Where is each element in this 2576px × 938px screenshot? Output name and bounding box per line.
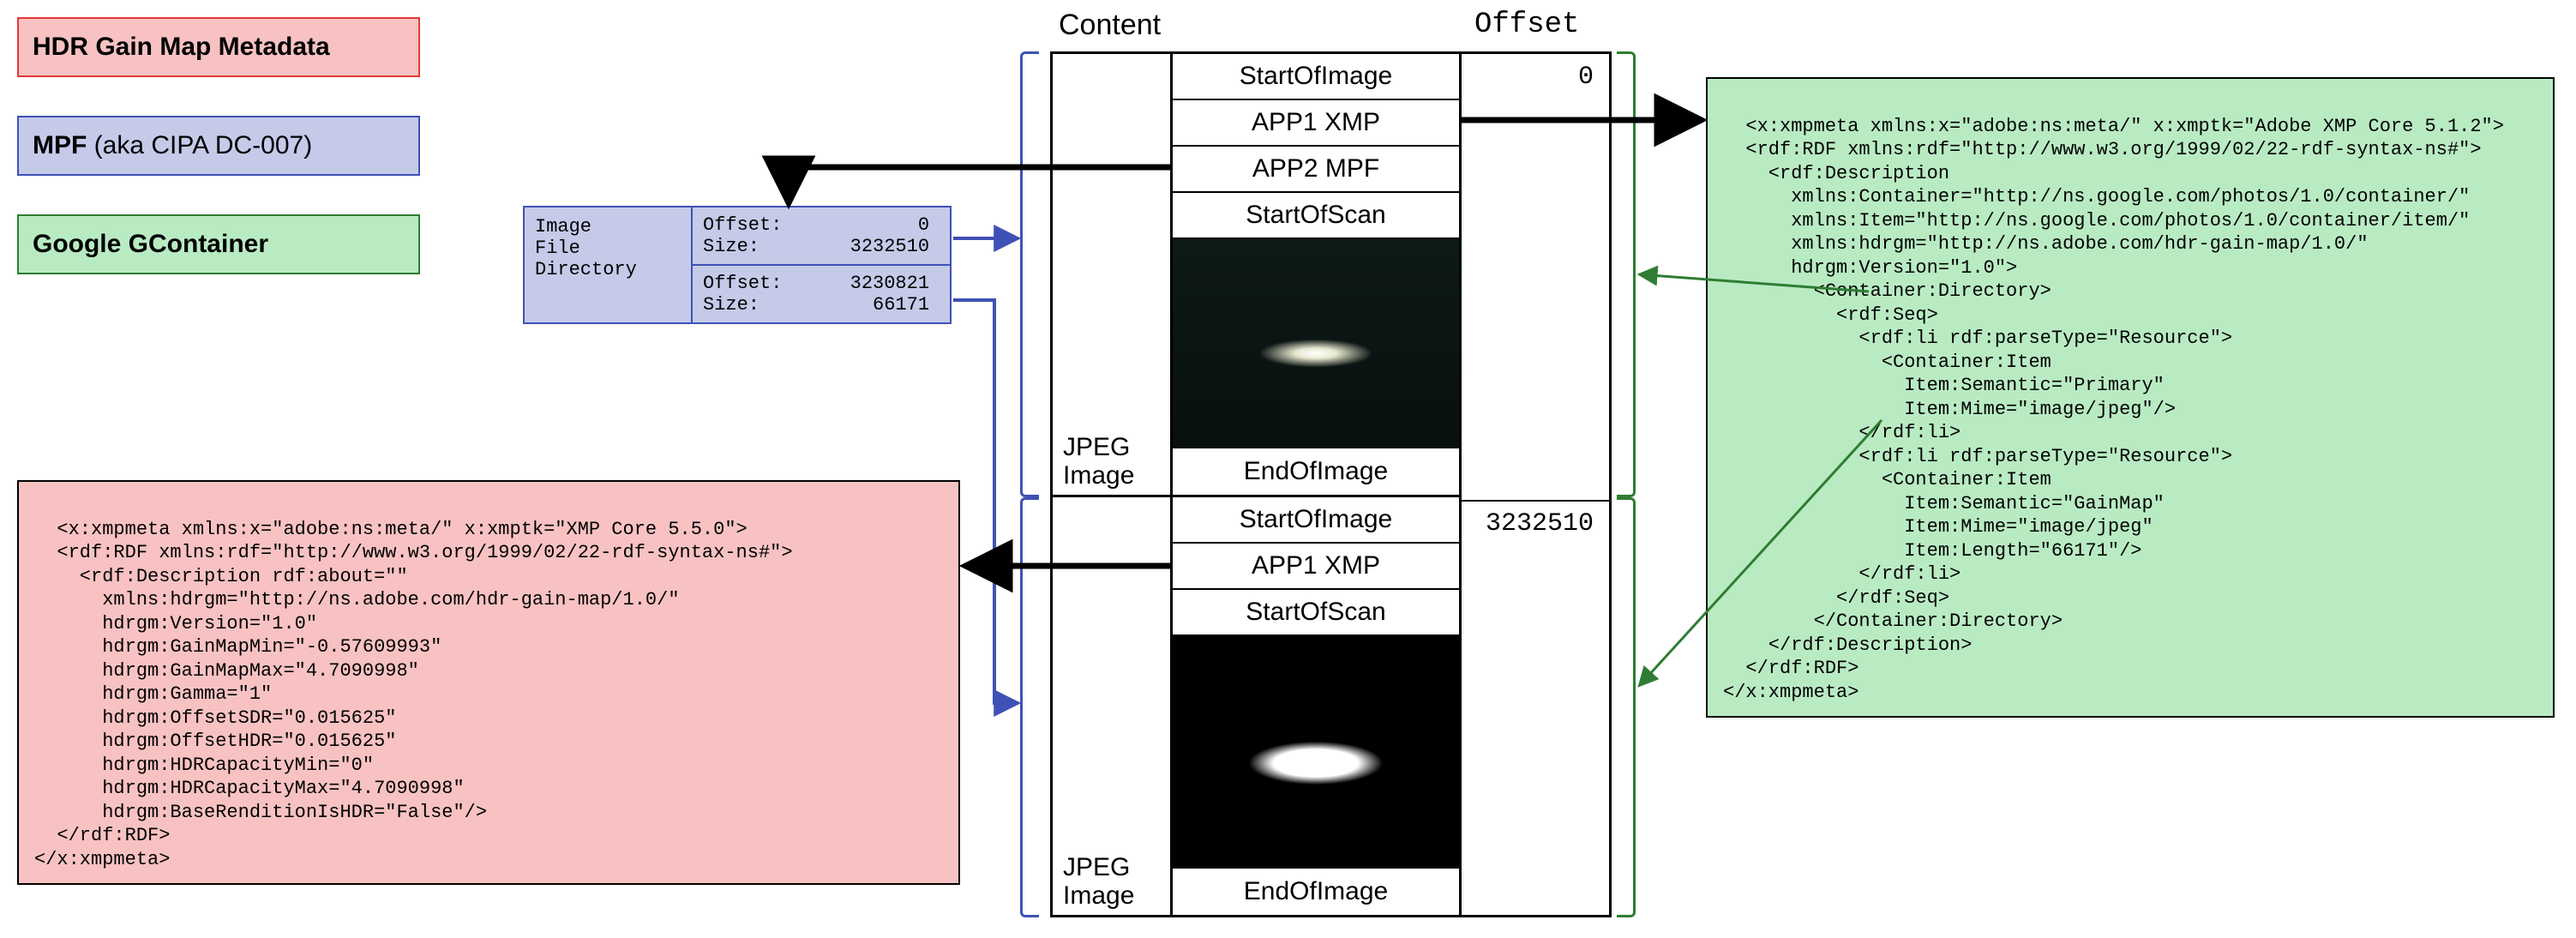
cell-primary-image: [1173, 239, 1459, 448]
ifd-entry-0: Offset: 0 Size: 3232510: [693, 207, 950, 264]
side-lbl-gain: JPEG Image: [1053, 837, 1170, 915]
ifd-entries: Offset: 0 Size: 3232510 Offset: 3230821 …: [693, 207, 950, 322]
legend-mpf: MPF (aka CIPA DC-007): [17, 116, 420, 176]
cell-primary-eoi: EndOfImage: [1173, 448, 1459, 495]
legend-mpf-bold: MPF: [33, 131, 87, 159]
legend-gcont-label: Google GContainer: [33, 230, 268, 259]
title-content: Content: [1059, 9, 1161, 42]
offset-0: 0: [1462, 54, 1609, 100]
legend-gcontainer: Google GContainer: [17, 214, 420, 274]
cell-gain-eoi: EndOfImage: [1173, 869, 1459, 915]
ifd-table: Image File Directory Offset: 0 Size: 323…: [523, 206, 952, 324]
xmp-gcontainer-text: <x:xmpmeta xmlns:x="adobe:ns:meta/" x:xm…: [1723, 116, 2504, 703]
ifd-label: Image File Directory: [525, 207, 693, 322]
offset-col: 0 3232510: [1462, 51, 1612, 917]
cell-primary-sos: StartOfScan: [1173, 193, 1459, 239]
cell-gain-sos: StartOfScan: [1173, 590, 1459, 636]
legend-hdr-gain-map: HDR Gain Map Metadata: [17, 17, 420, 77]
side-col-primary: JPEG Image: [1050, 51, 1170, 497]
bracket-blue-gain: [1020, 497, 1039, 917]
content-primary: StartOfImage APP1 XMP APP2 MPF StartOfSc…: [1170, 51, 1462, 497]
gain-image-preview: [1173, 636, 1459, 867]
xmp-hdrgm-block: <x:xmpmeta xmlns:x="adobe:ns:meta/" x:xm…: [17, 480, 960, 885]
legend-hdr-label: HDR Gain Map Metadata: [33, 33, 330, 62]
arrow-ifd1-to-gain: [953, 300, 1018, 703]
bracket-green-primary: [1617, 51, 1636, 497]
title-offset: Offset: [1474, 9, 1579, 41]
cell-primary-app2: APP2 MPF: [1173, 147, 1459, 193]
bracket-blue-primary: [1020, 51, 1039, 497]
cell-primary-soi: StartOfImage: [1173, 54, 1459, 100]
cell-gain-app1: APP1 XMP: [1173, 544, 1459, 590]
cell-gain-image: [1173, 636, 1459, 869]
legend-mpf-plain: (aka CIPA DC-007): [87, 131, 312, 159]
content-gain: StartOfImage APP1 XMP StartOfScan EndOfI…: [1170, 497, 1462, 917]
cell-gain-soi: StartOfImage: [1173, 497, 1459, 544]
xmp-gcontainer-block: <x:xmpmeta xmlns:x="adobe:ns:meta/" x:xm…: [1706, 77, 2555, 718]
side-col-gain: JPEG Image: [1050, 497, 1170, 917]
xmp-hdrgm-text: <x:xmpmeta xmlns:x="adobe:ns:meta/" x:xm…: [34, 519, 793, 870]
cell-primary-app1: APP1 XMP: [1173, 100, 1459, 147]
ifd-entry-1: Offset: 3230821 Size: 66171: [693, 264, 950, 322]
primary-image-preview: [1173, 239, 1459, 447]
side-lbl-primary: JPEG Image: [1053, 417, 1170, 495]
offset-1: 3232510: [1462, 500, 1609, 546]
bracket-green-gain: [1617, 497, 1636, 917]
